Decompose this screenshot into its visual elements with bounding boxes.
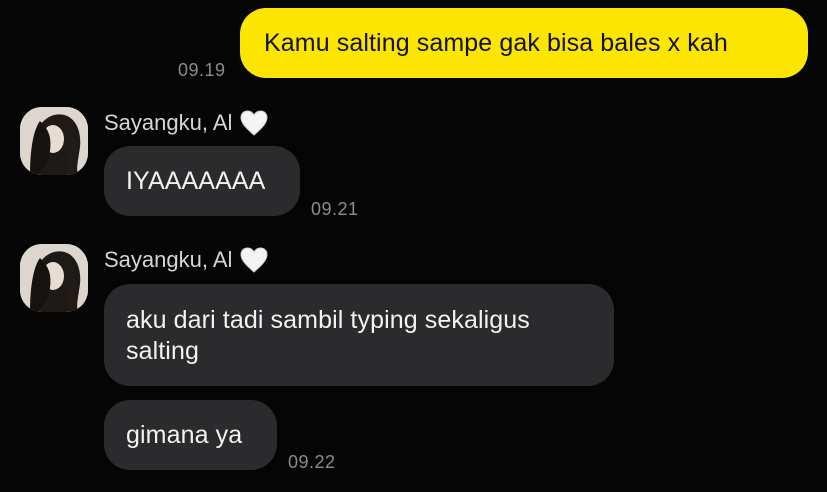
message-text: IYAAAAAAA [126,166,266,195]
chat-thread: Kamu salting sampe gak bisa bales x kah … [0,0,827,492]
avatar[interactable] [20,107,88,175]
incoming-message-bubble[interactable]: gimana ya [104,400,277,470]
sender-name: Sayangku, Al [104,110,268,136]
avatar[interactable] [20,244,88,312]
sender-name: Sayangku, Al [104,247,268,273]
heart-icon [240,110,268,136]
message-text: Kamu salting sampe gak bisa bales x kah [264,28,728,57]
message-timestamp: 09.19 [178,60,226,80]
incoming-message-bubble[interactable]: IYAAAAAAA [104,146,300,216]
message-timestamp: 09.22 [288,452,336,472]
outgoing-message-bubble[interactable]: Kamu salting sampe gak bisa bales x kah [240,8,808,78]
sender-name-text: Sayangku, Al [104,110,233,135]
message-timestamp: 09.21 [311,199,359,219]
sender-name-text: Sayangku, Al [104,247,233,272]
message-text: aku dari tadi sambil typing sekaligus sa… [126,306,530,365]
heart-icon [240,247,268,273]
message-text: gimana ya [126,420,243,449]
incoming-message-bubble[interactable]: aku dari tadi sambil typing sekaligus sa… [104,284,614,386]
